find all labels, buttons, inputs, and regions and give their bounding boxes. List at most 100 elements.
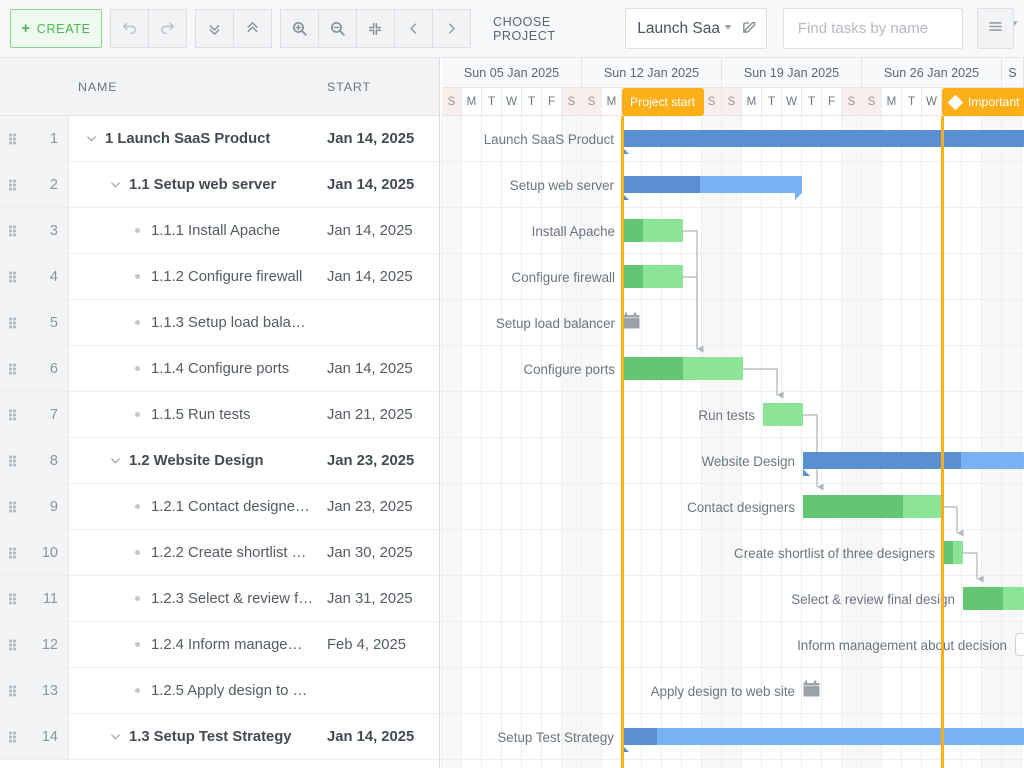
timeline-body[interactable]: Launch SaaS ProductSetup web serverInsta… <box>440 116 1024 768</box>
table-row[interactable]: 21.1 Setup web server Jan 14, 2025 <box>0 162 439 208</box>
search-box[interactable] <box>783 8 963 49</box>
cell-name[interactable]: 1.3 Setup Test Strategy <box>69 714 319 759</box>
unscheduled-calendar-icon[interactable] <box>803 680 820 703</box>
unscheduled-calendar-icon[interactable] <box>623 312 640 335</box>
row-drag-handle[interactable]: 1 <box>0 116 69 161</box>
chevron-down-icon[interactable] <box>109 454 122 467</box>
chevron-down-icon[interactable] <box>109 178 122 191</box>
undo-button[interactable] <box>110 9 149 48</box>
summary-bar[interactable] <box>803 452 1024 469</box>
next-button[interactable] <box>432 9 471 48</box>
cell-start-date[interactable]: Jan 14, 2025 <box>327 177 414 193</box>
row-drag-handle[interactable]: 8 <box>0 438 69 483</box>
column-header-name[interactable]: NAME <box>78 80 117 94</box>
task-bar[interactable] <box>623 265 683 288</box>
chevron-down-icon[interactable] <box>109 730 122 743</box>
cell-start-date[interactable]: Jan 30, 2025 <box>327 545 413 561</box>
cell-name[interactable]: 1.1 Setup web server <box>69 162 319 207</box>
table-row[interactable]: 7 1.1.5 Run tests Jan 21, 2025 <box>0 392 439 438</box>
row-drag-handle[interactable]: 14 <box>0 714 69 759</box>
cell-start-date[interactable]: Jan 14, 2025 <box>327 223 413 239</box>
drag-dots-icon <box>9 409 18 420</box>
table-row[interactable]: 101.2.2 Create shortlist … Jan 30, 2025 <box>0 530 439 576</box>
summary-bar[interactable] <box>622 176 802 193</box>
row-drag-handle[interactable]: 2 <box>0 162 69 207</box>
row-drag-handle[interactable]: 9 <box>0 484 69 529</box>
cell-name[interactable]: 1.1.5 Run tests <box>69 392 319 437</box>
row-drag-handle[interactable]: 7 <box>0 392 69 437</box>
summary-bar[interactable] <box>622 130 1024 147</box>
zoom-in-button[interactable] <box>280 9 319 48</box>
cell-name[interactable]: 1.1.1 Install Apache <box>69 208 319 253</box>
fit-to-screen-button[interactable] <box>356 9 395 48</box>
cell-start-date[interactable]: Jan 23, 2025 <box>327 499 413 515</box>
row-drag-handle[interactable]: 13 <box>0 668 69 713</box>
cell-name[interactable]: 1.2.3 Select & review f… <box>69 576 319 621</box>
cell-start-date[interactable]: Jan 14, 2025 <box>327 131 414 147</box>
row-drag-handle[interactable]: 6 <box>0 346 69 391</box>
cell-name[interactable]: 1.2.4 Inform manage… <box>69 622 319 667</box>
task-name: 1.2.4 Inform manage… <box>151 637 302 653</box>
timeline-row[interactable] <box>440 208 1024 254</box>
table-row[interactable]: 91.2.1 Contact designe… Jan 23, 2025 <box>0 484 439 530</box>
summary-bar[interactable] <box>622 728 1024 745</box>
expand-all-button[interactable] <box>195 9 234 48</box>
unscheduled-task-outline[interactable] <box>1015 633 1024 656</box>
table-row[interactable]: 141.3 Setup Test Strategy Jan 14, 2025 <box>0 714 439 760</box>
cell-start-date[interactable]: Feb 4, 2025 <box>327 637 406 653</box>
table-row[interactable]: 12 1.2.4 Inform manage… Feb 4, 2025 <box>0 622 439 668</box>
task-bar[interactable] <box>943 541 963 564</box>
cell-start-date[interactable]: Jan 14, 2025 <box>327 269 413 285</box>
row-number: 7 <box>50 407 58 423</box>
timeline-task-label: Contact designers <box>687 484 795 530</box>
cell-name[interactable]: 1.2.2 Create shortlist … <box>69 530 319 575</box>
cell-name[interactable]: 1.1.4 Configure ports <box>69 346 319 391</box>
table-row[interactable]: 11 Launch SaaS Product Jan 14, 2025 <box>0 116 439 162</box>
create-button[interactable]: + CREATE <box>10 9 102 48</box>
task-bar[interactable] <box>803 495 943 518</box>
task-bar[interactable] <box>623 357 743 380</box>
table-row[interactable]: 81.2 Website Design Jan 23, 2025 <box>0 438 439 484</box>
cell-name[interactable]: 1.2.1 Contact designe… <box>69 484 319 529</box>
row-drag-handle[interactable]: 11 <box>0 576 69 621</box>
cell-start-date[interactable]: Jan 31, 2025 <box>327 591 413 607</box>
table-row[interactable]: 111.2.3 Select & review f… Jan 31, 2025 <box>0 576 439 622</box>
table-row[interactable]: 41.1.2 Configure firewall Jan 14, 2025 <box>0 254 439 300</box>
task-bar[interactable] <box>963 587 1024 610</box>
row-drag-handle[interactable]: 5 <box>0 300 69 345</box>
cell-start-date[interactable]: Jan 14, 2025 <box>327 729 414 745</box>
row-drag-handle[interactable]: 10 <box>0 530 69 575</box>
redo-button[interactable] <box>148 9 187 48</box>
table-row[interactable]: 131.2.5 Apply design to … <box>0 668 439 714</box>
table-row[interactable]: 61.1.4 Configure ports Jan 14, 2025 <box>0 346 439 392</box>
cell-name[interactable]: 1.1.3 Setup load bala… <box>69 300 319 345</box>
zoom-out-button[interactable] <box>318 9 357 48</box>
menu-button[interactable] <box>977 8 1014 49</box>
project-selector[interactable]: Launch SaaS Product <box>625 8 767 49</box>
row-drag-handle[interactable]: 3 <box>0 208 69 253</box>
cell-start-date[interactable]: Jan 23, 2025 <box>327 453 414 469</box>
task-bar[interactable] <box>623 219 683 242</box>
row-drag-handle[interactable]: 12 <box>0 622 69 667</box>
cell-start-date[interactable]: Jan 21, 2025 <box>327 407 413 423</box>
cell-name[interactable]: 1.2 Website Design <box>69 438 319 483</box>
cell-name[interactable]: 1.2.5 Apply design to … <box>69 668 319 713</box>
previous-button[interactable] <box>394 9 433 48</box>
cell-name[interactable]: 1.1.2 Configure firewall <box>69 254 319 299</box>
timeline-row[interactable] <box>440 530 1024 576</box>
chevron-down-icon[interactable] <box>85 132 98 145</box>
row-drag-handle[interactable]: 4 <box>0 254 69 299</box>
collapse-all-button[interactable] <box>233 9 272 48</box>
table-row[interactable]: 51.1.3 Setup load bala… <box>0 300 439 346</box>
table-row[interactable]: 31.1.1 Install Apache Jan 14, 2025 <box>0 208 439 254</box>
timeline-task-label: Create shortlist of three designers <box>734 530 935 576</box>
timeline-milestone-flag[interactable]: Project start <box>622 88 704 116</box>
column-header-start[interactable]: START <box>327 80 371 94</box>
cell-name[interactable]: 1 Launch SaaS Product <box>69 116 319 161</box>
chevron-down-icon[interactable] <box>722 20 734 38</box>
search-input[interactable] <box>796 19 999 38</box>
task-bar[interactable] <box>763 403 803 426</box>
timeline-milestone-flag[interactable]: Important <box>942 88 1024 116</box>
edit-project-icon[interactable] <box>741 18 758 40</box>
cell-start-date[interactable]: Jan 14, 2025 <box>327 361 413 377</box>
